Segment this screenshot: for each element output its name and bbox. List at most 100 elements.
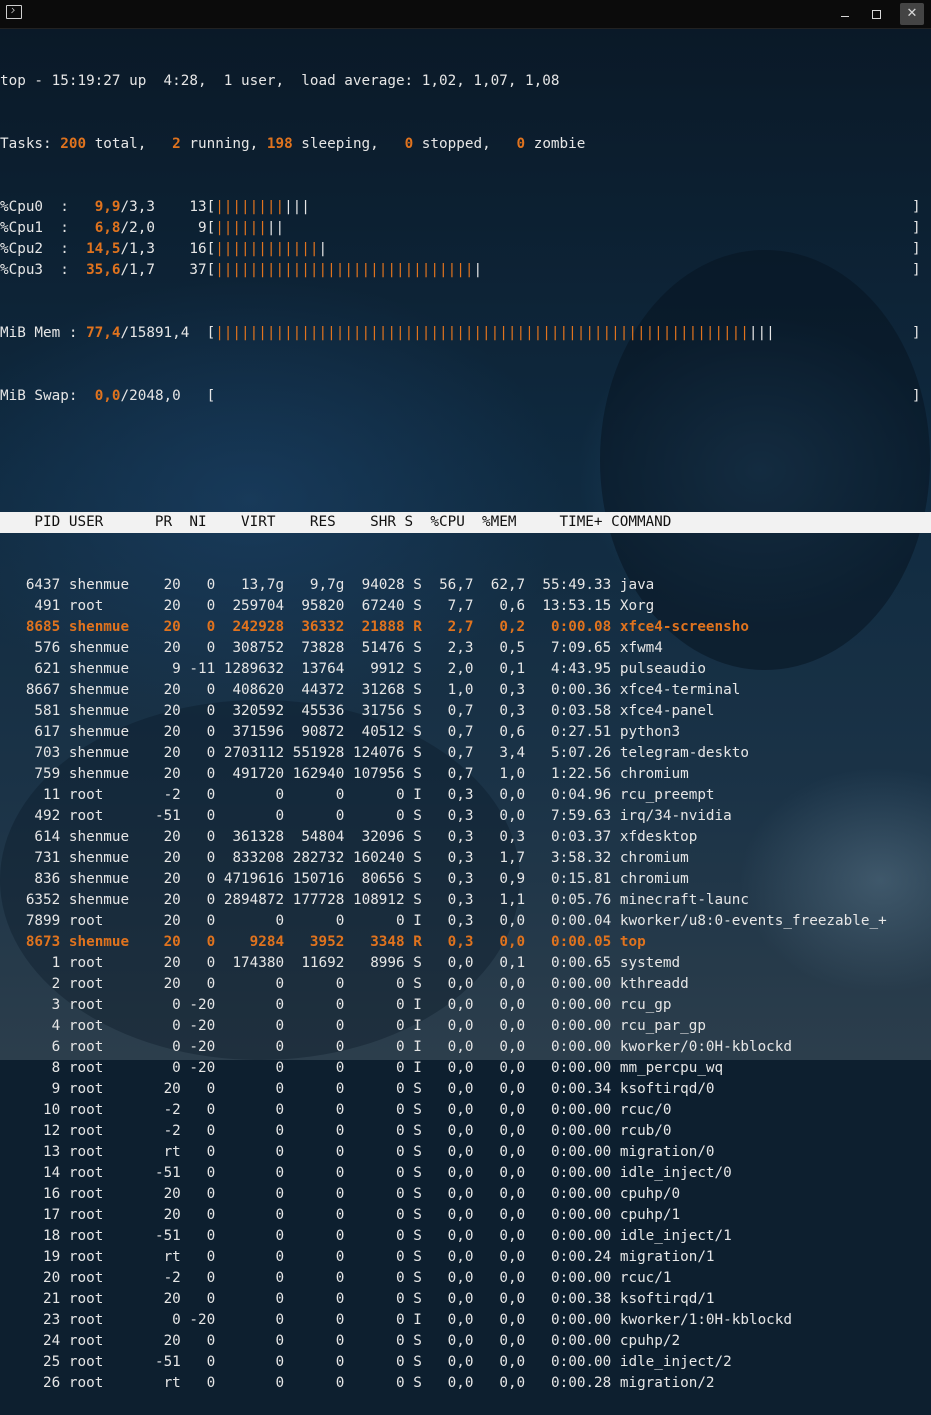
cell-cpu: 2,0 [421,661,474,677]
cell-command: cpuhp/0 [611,1186,681,1202]
cell-cpu: 1,0 [421,682,474,698]
table-header[interactable]: PID USER PR NI VIRT RES SHR S %CPU %MEM … [0,512,931,533]
table-row[interactable]: 614 shenmue 20 0 361328 54804 32096 S 0,… [0,827,931,848]
table-row[interactable]: 25 root -51 0 0 0 0 S 0,0 0,0 0:00.00 id… [0,1352,931,1373]
cell-command: minecraft-launc [611,892,749,908]
cell-mem: 0,0 [473,808,526,824]
cell-state: S [404,577,422,593]
cell-pr: rt [137,1375,181,1391]
table-row[interactable]: 491 root 20 0 259704 95820 67240 S 7,7 0… [0,596,931,617]
table-row[interactable]: 731 shenmue 20 0 833208 282732 160240 S … [0,848,931,869]
minimize-button[interactable] [833,3,857,25]
cell-pid: 1 [0,955,69,971]
table-row[interactable]: 16 root 20 0 0 0 0 S 0,0 0,0 0:00.00 cpu… [0,1184,931,1205]
cell-ni: 0 [180,1123,216,1139]
cell-shr: 40512 [344,724,405,740]
cell-pid: 8 [0,1060,69,1076]
cell-mem: 0,6 [473,598,526,614]
cell-pr: 20 [137,1291,181,1307]
cell-mem: 0,2 [473,619,526,635]
table-row[interactable]: 9 root 20 0 0 0 0 S 0,0 0,0 0:00.34 ksof… [0,1079,931,1100]
cell-virt: 0 [215,1039,285,1055]
cell-command: irq/34-nvidia [611,808,732,824]
cell-pr: 20 [137,577,181,593]
table-row[interactable]: 836 shenmue 20 0 4719616 150716 80656 S … [0,869,931,890]
cell-pid: 491 [0,598,69,614]
cell-time: 0:04.96 [525,787,612,803]
cell-cpu: 0,0 [421,1186,474,1202]
process-table[interactable]: 6437 shenmue 20 0 13,7g 9,7g 94028 S 56,… [0,575,931,1394]
table-row[interactable]: 621 shenmue 9 -11 1289632 13764 9912 S 2… [0,659,931,680]
cell-virt: 833208 [215,850,285,866]
table-row[interactable]: 24 root 20 0 0 0 0 S 0,0 0,0 0:00.00 cpu… [0,1331,931,1352]
cell-pr: 20 [137,724,181,740]
cell-virt: 9284 [215,934,285,950]
cell-time: 0:27.51 [525,724,612,740]
cell-virt: 0 [215,1375,285,1391]
table-row[interactable]: 21 root 20 0 0 0 0 S 0,0 0,0 0:00.38 kso… [0,1289,931,1310]
table-row[interactable]: 19 root rt 0 0 0 0 S 0,0 0,0 0:00.24 mig… [0,1247,931,1268]
cell-state: S [404,598,422,614]
cell-user: root [68,1207,138,1223]
table-row[interactable]: 759 shenmue 20 0 491720 162940 107956 S … [0,764,931,785]
table-row[interactable]: 6352 shenmue 20 0 2894872 177728 108912 … [0,890,931,911]
table-row[interactable]: 8673 shenmue 20 0 9284 3952 3348 R 0,3 0… [0,932,931,953]
cell-time: 0:00.00 [525,1123,612,1139]
close-button[interactable]: ✕ [900,3,924,25]
table-row[interactable]: 8 root 0 -20 0 0 0 I 0,0 0,0 0:00.00 mm_… [0,1058,931,1079]
table-row[interactable]: 7899 root 20 0 0 0 0 I 0,3 0,0 0:00.04 k… [0,911,931,932]
cell-command: telegram-deskto [611,745,749,761]
tasks-sleeping: 198 [266,136,293,152]
table-row[interactable]: 8685 shenmue 20 0 242928 36332 21888 R 2… [0,617,931,638]
table-row[interactable]: 23 root 0 -20 0 0 0 I 0,0 0,0 0:00.00 kw… [0,1310,931,1331]
table-row[interactable]: 10 root -2 0 0 0 0 S 0,0 0,0 0:00.00 rcu… [0,1100,931,1121]
cell-ni: 0 [180,1102,216,1118]
table-row[interactable]: 581 shenmue 20 0 320592 45536 31756 S 0,… [0,701,931,722]
tasks-stopped-label: stopped, [413,136,517,152]
cell-user: shenmue [68,850,138,866]
cell-virt: 0 [215,1228,285,1244]
table-row[interactable]: 26 root rt 0 0 0 0 S 0,0 0,0 0:00.28 mig… [0,1373,931,1394]
table-row[interactable]: 11 root -2 0 0 0 0 I 0,3 0,0 0:04.96 rcu… [0,785,931,806]
cell-command: migration/1 [611,1249,715,1265]
cpu-bar-system: | [473,262,483,278]
table-row[interactable]: 17 root 20 0 0 0 0 S 0,0 0,0 0:00.00 cpu… [0,1205,931,1226]
cell-cpu: 0,0 [421,1018,474,1034]
cell-ni: 0 [180,577,216,593]
table-row[interactable]: 13 root rt 0 0 0 0 S 0,0 0,0 0:00.00 mig… [0,1142,931,1163]
table-row[interactable]: 18 root -51 0 0 0 0 S 0,0 0,0 0:00.00 id… [0,1226,931,1247]
table-row[interactable]: 2 root 20 0 0 0 0 S 0,0 0,0 0:00.00 kthr… [0,974,931,995]
cell-user: root [68,955,138,971]
table-row[interactable]: 6 root 0 -20 0 0 0 I 0,0 0,0 0:00.00 kwo… [0,1037,931,1058]
table-row[interactable]: 1 root 20 0 174380 11692 8996 S 0,0 0,1 … [0,953,931,974]
cell-cpu: 0,0 [421,1333,474,1349]
table-row[interactable]: 576 shenmue 20 0 308752 73828 51476 S 2,… [0,638,931,659]
table-row[interactable]: 3 root 0 -20 0 0 0 I 0,0 0,0 0:00.00 rcu… [0,995,931,1016]
cell-ni: -20 [180,1039,216,1055]
table-row[interactable]: 4 root 0 -20 0 0 0 I 0,0 0,0 0:00.00 rcu… [0,1016,931,1037]
table-row[interactable]: 8667 shenmue 20 0 408620 44372 31268 S 1… [0,680,931,701]
cell-pid: 2 [0,976,69,992]
cell-time: 0:00.00 [525,1207,612,1223]
cell-pid: 7899 [0,913,69,929]
table-row[interactable]: 492 root -51 0 0 0 0 S 0,3 0,0 7:59.63 i… [0,806,931,827]
table-row[interactable]: 703 shenmue 20 0 2703112 551928 124076 S… [0,743,931,764]
cell-time: 0:00.00 [525,1312,612,1328]
cell-res: 0 [284,1249,345,1265]
cell-virt: 0 [215,976,285,992]
cell-pid: 20 [0,1270,69,1286]
table-row[interactable]: 617 shenmue 20 0 371596 90872 40512 S 0,… [0,722,931,743]
window-titlebar: ✕ [0,0,931,29]
table-row[interactable]: 20 root -2 0 0 0 0 S 0,0 0,0 0:00.00 rcu… [0,1268,931,1289]
cell-pid: 8667 [0,682,69,698]
table-row[interactable]: 12 root -2 0 0 0 0 S 0,0 0,0 0:00.00 rcu… [0,1121,931,1142]
cell-command: cpuhp/1 [611,1207,681,1223]
cell-pid: 6437 [0,577,69,593]
cell-ni: -20 [180,1312,216,1328]
maximize-button[interactable] [864,3,888,25]
terminal-output[interactable]: top - 15:19:27 up 4:28, 1 user, load ave… [0,29,931,1391]
cell-virt: 0 [215,1081,285,1097]
cell-shr: 0 [344,976,405,992]
table-row[interactable]: 6437 shenmue 20 0 13,7g 9,7g 94028 S 56,… [0,575,931,596]
table-row[interactable]: 14 root -51 0 0 0 0 S 0,0 0,0 0:00.00 id… [0,1163,931,1184]
